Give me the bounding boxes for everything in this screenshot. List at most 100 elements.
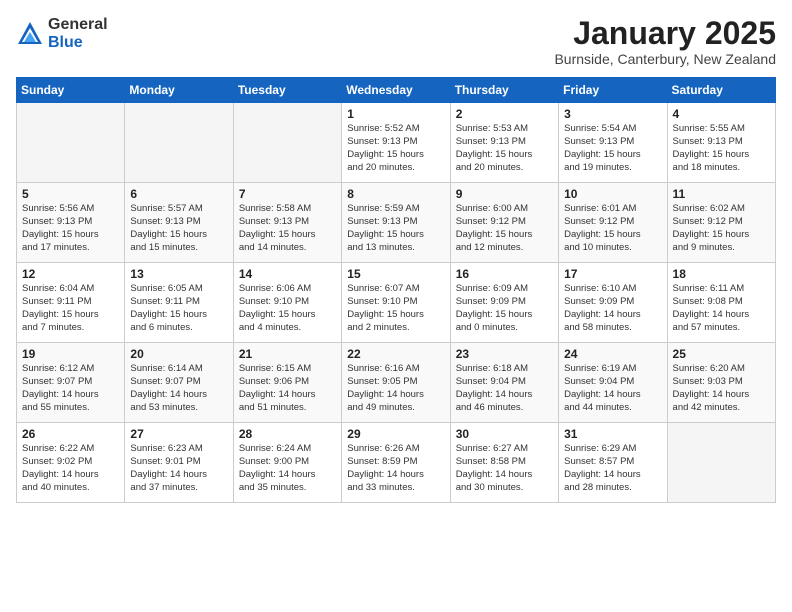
day-info: Sunrise: 6:06 AM Sunset: 9:10 PM Dayligh… — [239, 283, 336, 334]
day-number: 5 — [22, 187, 119, 201]
day-number: 13 — [130, 267, 227, 281]
day-number: 1 — [347, 107, 444, 121]
table-row: 11 Sunrise: 6:02 AM Sunset: 9:12 PM Dayli… — [667, 183, 775, 263]
table-row — [233, 103, 341, 183]
day-number: 15 — [347, 267, 444, 281]
logo: General Blue — [16, 16, 108, 51]
day-number: 28 — [239, 427, 336, 441]
table-row — [125, 103, 233, 183]
day-number: 24 — [564, 347, 661, 361]
table-row: 23 Sunrise: 6:18 AM Sunset: 9:04 PM Dayli… — [450, 343, 558, 423]
day-number: 8 — [347, 187, 444, 201]
table-row: 20 Sunrise: 6:14 AM Sunset: 9:07 PM Dayli… — [125, 343, 233, 423]
day-number: 6 — [130, 187, 227, 201]
header-saturday: Saturday — [667, 78, 775, 103]
day-info: Sunrise: 5:56 AM Sunset: 9:13 PM Dayligh… — [22, 203, 119, 254]
header-row: Sunday Monday Tuesday Wednesday Thursday… — [17, 78, 776, 103]
day-number: 14 — [239, 267, 336, 281]
table-row — [667, 423, 775, 503]
calendar-page: General Blue January 2025 Burnside, Cant… — [0, 0, 792, 513]
day-info: Sunrise: 6:29 AM Sunset: 8:57 PM Dayligh… — [564, 443, 661, 494]
day-info: Sunrise: 6:27 AM Sunset: 8:58 PM Dayligh… — [456, 443, 553, 494]
day-info: Sunrise: 5:59 AM Sunset: 9:13 PM Dayligh… — [347, 203, 444, 254]
table-row: 5 Sunrise: 5:56 AM Sunset: 9:13 PM Daylig… — [17, 183, 125, 263]
table-row: 3 Sunrise: 5:54 AM Sunset: 9:13 PM Daylig… — [559, 103, 667, 183]
table-row: 13 Sunrise: 6:05 AM Sunset: 9:11 PM Dayli… — [125, 263, 233, 343]
day-number: 7 — [239, 187, 336, 201]
table-row: 28 Sunrise: 6:24 AM Sunset: 9:00 PM Dayli… — [233, 423, 341, 503]
day-number: 20 — [130, 347, 227, 361]
day-info: Sunrise: 6:14 AM Sunset: 9:07 PM Dayligh… — [130, 363, 227, 414]
logo-general-text: General — [48, 16, 108, 34]
day-number: 3 — [564, 107, 661, 121]
calendar-table: Sunday Monday Tuesday Wednesday Thursday… — [16, 77, 776, 503]
day-info: Sunrise: 6:18 AM Sunset: 9:04 PM Dayligh… — [456, 363, 553, 414]
day-info: Sunrise: 6:05 AM Sunset: 9:11 PM Dayligh… — [130, 283, 227, 334]
table-row — [17, 103, 125, 183]
day-info: Sunrise: 6:02 AM Sunset: 9:12 PM Dayligh… — [673, 203, 770, 254]
calendar-title: January 2025 — [554, 16, 776, 51]
day-number: 31 — [564, 427, 661, 441]
header-sunday: Sunday — [17, 78, 125, 103]
calendar-week-row: 12 Sunrise: 6:04 AM Sunset: 9:11 PM Dayli… — [17, 263, 776, 343]
header-thursday: Thursday — [450, 78, 558, 103]
calendar-week-row: 19 Sunrise: 6:12 AM Sunset: 9:07 PM Dayli… — [17, 343, 776, 423]
day-info: Sunrise: 6:20 AM Sunset: 9:03 PM Dayligh… — [673, 363, 770, 414]
day-info: Sunrise: 6:01 AM Sunset: 9:12 PM Dayligh… — [564, 203, 661, 254]
table-row: 30 Sunrise: 6:27 AM Sunset: 8:58 PM Dayli… — [450, 423, 558, 503]
table-row: 12 Sunrise: 6:04 AM Sunset: 9:11 PM Dayli… — [17, 263, 125, 343]
calendar-subtitle: Burnside, Canterbury, New Zealand — [554, 51, 776, 67]
day-number: 30 — [456, 427, 553, 441]
table-row: 16Sunrise: 6:09 AM Sunset: 9:09 PM Dayli… — [450, 263, 558, 343]
header-friday: Friday — [559, 78, 667, 103]
table-row: 24 Sunrise: 6:19 AM Sunset: 9:04 PM Dayli… — [559, 343, 667, 423]
day-info: Sunrise: 5:53 AM Sunset: 9:13 PM Dayligh… — [456, 123, 553, 174]
day-info: Sunrise: 6:04 AM Sunset: 9:11 PM Dayligh… — [22, 283, 119, 334]
table-row: 7Sunrise: 5:58 AM Sunset: 9:13 PM Daylig… — [233, 183, 341, 263]
day-info: Sunrise: 5:55 AM Sunset: 9:13 PM Dayligh… — [673, 123, 770, 174]
header-tuesday: Tuesday — [233, 78, 341, 103]
day-info: Sunrise: 6:24 AM Sunset: 9:00 PM Dayligh… — [239, 443, 336, 494]
table-row: 25 Sunrise: 6:20 AM Sunset: 9:03 PM Dayli… — [667, 343, 775, 423]
table-row: 21Sunrise: 6:15 AM Sunset: 9:06 PM Dayli… — [233, 343, 341, 423]
table-row: 10 Sunrise: 6:01 AM Sunset: 9:12 PM Dayli… — [559, 183, 667, 263]
day-info: Sunrise: 6:11 AM Sunset: 9:08 PM Dayligh… — [673, 283, 770, 334]
calendar-week-row: 26Sunrise: 6:22 AM Sunset: 9:02 PM Dayli… — [17, 423, 776, 503]
table-row: 29Sunrise: 6:26 AM Sunset: 8:59 PM Dayli… — [342, 423, 450, 503]
day-number: 23 — [456, 347, 553, 361]
calendar-week-row: 5 Sunrise: 5:56 AM Sunset: 9:13 PM Daylig… — [17, 183, 776, 263]
table-row: 31 Sunrise: 6:29 AM Sunset: 8:57 PM Dayli… — [559, 423, 667, 503]
table-row: 18 Sunrise: 6:11 AM Sunset: 9:08 PM Dayli… — [667, 263, 775, 343]
title-area: January 2025 Burnside, Canterbury, New Z… — [554, 16, 776, 67]
table-row: 4Sunrise: 5:55 AM Sunset: 9:13 PM Daylig… — [667, 103, 775, 183]
day-info: Sunrise: 5:52 AM Sunset: 9:13 PM Dayligh… — [347, 123, 444, 174]
day-info: Sunrise: 6:19 AM Sunset: 9:04 PM Dayligh… — [564, 363, 661, 414]
day-info: Sunrise: 5:57 AM Sunset: 9:13 PM Dayligh… — [130, 203, 227, 254]
day-number: 25 — [673, 347, 770, 361]
day-number: 9 — [456, 187, 553, 201]
day-number: 11 — [673, 187, 770, 201]
day-info: Sunrise: 6:23 AM Sunset: 9:01 PM Dayligh… — [130, 443, 227, 494]
day-number: 10 — [564, 187, 661, 201]
table-row: 1 Sunrise: 5:52 AM Sunset: 9:13 PM Daylig… — [342, 103, 450, 183]
day-number: 18 — [673, 267, 770, 281]
day-info: Sunrise: 5:54 AM Sunset: 9:13 PM Dayligh… — [564, 123, 661, 174]
day-number: 29 — [347, 427, 444, 441]
day-info: Sunrise: 6:12 AM Sunset: 9:07 PM Dayligh… — [22, 363, 119, 414]
table-row: 27Sunrise: 6:23 AM Sunset: 9:01 PM Dayli… — [125, 423, 233, 503]
day-number: 12 — [22, 267, 119, 281]
day-info: Sunrise: 6:09 AM Sunset: 9:09 PM Dayligh… — [456, 283, 553, 334]
calendar-week-row: 1 Sunrise: 5:52 AM Sunset: 9:13 PM Daylig… — [17, 103, 776, 183]
table-row: 9Sunrise: 6:00 AM Sunset: 9:12 PM Daylig… — [450, 183, 558, 263]
day-number: 22 — [347, 347, 444, 361]
header-monday: Monday — [125, 78, 233, 103]
table-row: 15Sunrise: 6:07 AM Sunset: 9:10 PM Dayli… — [342, 263, 450, 343]
day-number: 26 — [22, 427, 119, 441]
logo-text: General Blue — [48, 16, 108, 51]
header: General Blue January 2025 Burnside, Cant… — [16, 16, 776, 67]
table-row: 6 Sunrise: 5:57 AM Sunset: 9:13 PM Daylig… — [125, 183, 233, 263]
day-number: 19 — [22, 347, 119, 361]
logo-blue-text: Blue — [48, 34, 108, 52]
logo-icon — [16, 20, 44, 48]
table-row: 26Sunrise: 6:22 AM Sunset: 9:02 PM Dayli… — [17, 423, 125, 503]
